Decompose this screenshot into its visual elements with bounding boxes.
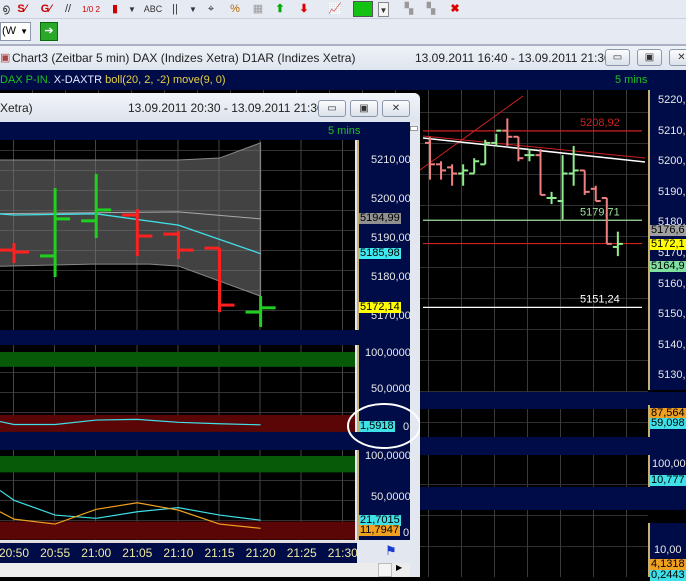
overbought-zone xyxy=(0,456,355,473)
inner-price-marks xyxy=(0,142,276,327)
line-label: 5179,71 xyxy=(580,206,620,218)
line-label: 5208,92 xyxy=(580,117,620,129)
line-label: 5151,24 xyxy=(580,293,620,305)
indicator-line-cyan xyxy=(0,489,261,521)
overbought-zone xyxy=(0,352,355,367)
inner-chart-marks xyxy=(0,142,420,540)
bollinger-band xyxy=(0,142,262,297)
trendline xyxy=(422,137,646,163)
oversold-zone xyxy=(0,414,355,432)
annotation-circle xyxy=(347,403,420,449)
